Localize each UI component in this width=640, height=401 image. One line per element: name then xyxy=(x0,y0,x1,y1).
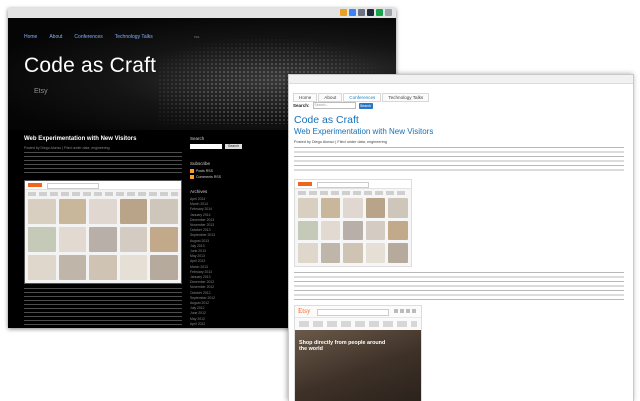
menu-icon[interactable] xyxy=(385,9,392,16)
shop-category-bar xyxy=(28,192,178,196)
tab-nav: Home About Conferences Technology Talks xyxy=(293,93,430,102)
shop-category-bar xyxy=(298,191,408,195)
nav-item-conferences[interactable]: Conferences xyxy=(74,34,102,40)
shop-header xyxy=(25,181,181,190)
tab-conferences[interactable]: Conferences xyxy=(343,93,382,102)
tab-home[interactable]: Home xyxy=(293,93,318,102)
search-button[interactable]: Search xyxy=(358,102,373,109)
etsy-search-box xyxy=(317,309,389,316)
subscribe-heading: Subscribe xyxy=(190,161,211,166)
etsy-hero-text: Shop directly from people around the wor… xyxy=(299,340,386,352)
extension-icon[interactable] xyxy=(340,9,347,16)
site-title[interactable]: Code as Craft xyxy=(294,114,359,126)
post-meta: Posted by Diego Alonso | Filed under dat… xyxy=(294,140,387,144)
tab-technology-talks[interactable]: Technology Talks xyxy=(382,93,430,102)
extension-icon[interactable] xyxy=(367,9,374,16)
etsy-logo: Etsy xyxy=(298,307,311,315)
browser-extension-icons xyxy=(340,9,392,16)
post-title[interactable]: Web Experimentation with New Visitors xyxy=(294,127,433,136)
shop-product-grid xyxy=(298,198,408,263)
subscribe-link[interactable]: Posts RSS xyxy=(190,169,270,173)
sidebar-search: Search xyxy=(190,144,270,149)
rss-link[interactable]: rss xyxy=(194,34,199,39)
tab-about[interactable]: About xyxy=(318,93,343,102)
archive-list: April 2014 March 2014 February 2014 Janu… xyxy=(190,197,270,327)
etsy-header-links xyxy=(394,309,418,313)
extension-icon[interactable] xyxy=(376,9,383,16)
nav-item-about[interactable]: About xyxy=(49,34,62,40)
etsy-header: Etsy xyxy=(295,306,421,318)
post-meta: Posted by Diego Alonso | Filed under dat… xyxy=(24,146,110,150)
nav-item-technology-talks[interactable]: Technology Talks xyxy=(115,34,153,40)
site-title[interactable]: Code as Craft xyxy=(24,54,156,78)
light-window-topbar xyxy=(289,75,633,84)
search-input[interactable]: Search... xyxy=(312,102,356,109)
archive-link[interactable]: April 2012 xyxy=(190,322,270,327)
post-body-text xyxy=(294,272,624,302)
subscribe-link-label: Comments RSS xyxy=(196,175,222,179)
search-input[interactable] xyxy=(190,144,222,149)
sidebar-search-heading: Search xyxy=(190,136,205,141)
shop-product-grid xyxy=(28,199,178,280)
shop-mockup xyxy=(25,181,181,283)
post-screenshot-image xyxy=(24,180,182,284)
etsy-category-bar xyxy=(299,321,417,327)
rss-feed-icon xyxy=(190,169,194,173)
subscribe-link-label: Posts RSS xyxy=(196,169,213,173)
main-nav: Home About Conferences Technology Talks xyxy=(24,34,153,40)
post-body-text xyxy=(24,288,182,326)
post-body-text xyxy=(294,147,624,173)
etsy-hero-banner: Shop directly from people around the wor… xyxy=(295,330,421,401)
extension-icon[interactable] xyxy=(358,9,365,16)
light-theme-window: Home About Conferences Technology Talks … xyxy=(288,74,634,401)
etsy-homepage-image: Etsy Shop directly from people around th… xyxy=(294,305,422,401)
subscribe-link[interactable]: Comments RSS xyxy=(190,175,270,179)
sidebar: Search Search Subscribe Posts RSS Commen… xyxy=(190,136,270,327)
archives-heading: Archives xyxy=(190,189,208,194)
search-bar: Search: Search... Search xyxy=(293,102,373,109)
nav-item-home[interactable]: Home xyxy=(24,34,37,40)
search-button[interactable]: Search xyxy=(225,144,243,149)
post-body-text xyxy=(24,152,182,176)
rss-feed-icon xyxy=(190,175,194,179)
site-tagline: Etsy xyxy=(34,88,48,95)
shop-header xyxy=(295,180,411,189)
post-title[interactable]: Web Experimentation with New Visitors xyxy=(24,136,136,142)
extension-icon[interactable] xyxy=(349,9,356,16)
shop-mockup xyxy=(295,180,411,266)
search-label: Search: xyxy=(293,103,310,108)
post-screenshot-image xyxy=(294,179,412,267)
